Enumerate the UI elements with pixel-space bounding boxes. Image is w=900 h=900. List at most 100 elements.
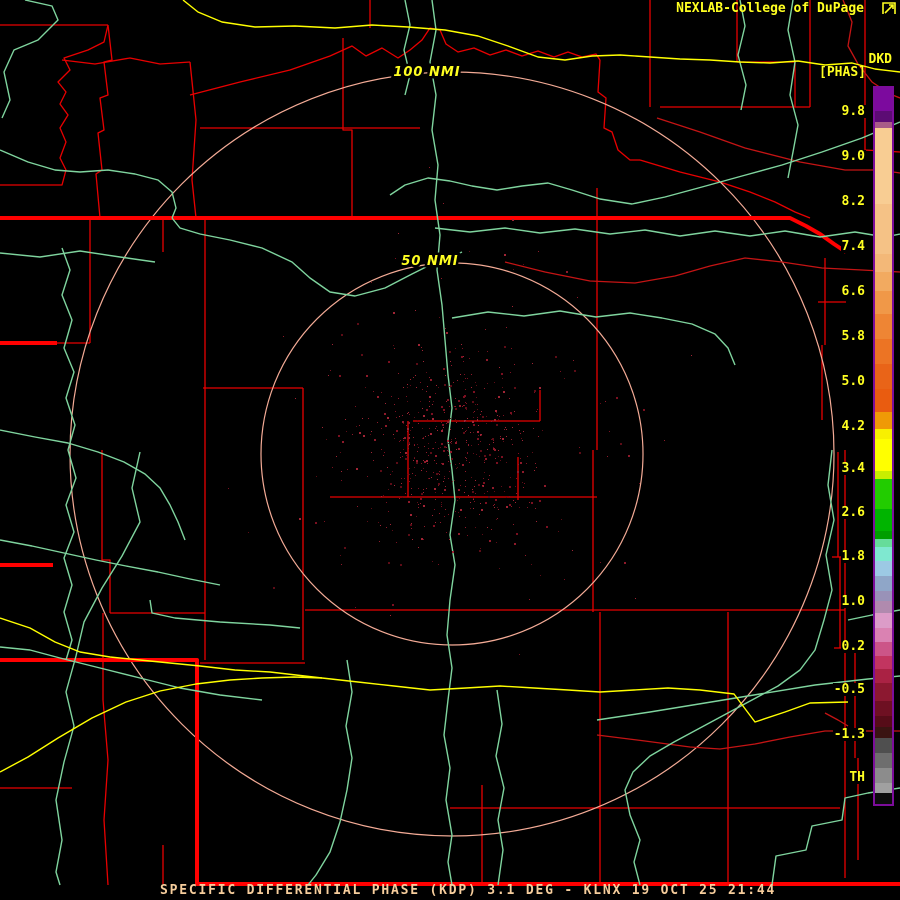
kdp-echo-speckles <box>346 431 347 432</box>
kdp-echo-speckles <box>435 455 437 457</box>
kdp-echo-speckles <box>497 518 498 519</box>
kdp-echo-speckles <box>367 476 368 477</box>
kdp-echo-speckles <box>426 488 427 489</box>
river-line <box>0 429 186 541</box>
kdp-echo-speckles <box>391 396 392 397</box>
color-scale-tick-label: 6.6 <box>840 284 866 299</box>
kdp-echo-speckles <box>446 401 447 402</box>
kdp-echo-speckles <box>453 382 454 383</box>
kdp-echo-speckles <box>450 442 451 443</box>
kdp-echo-speckles <box>426 452 427 453</box>
kdp-echo-speckles <box>437 430 438 431</box>
kdp-echo-speckles <box>426 409 428 411</box>
popout-icon[interactable] <box>882 2 896 15</box>
kdp-echo-speckles <box>316 476 317 477</box>
kdp-echo-speckles <box>525 555 526 556</box>
kdp-echo-speckles <box>384 413 386 415</box>
kdp-echo-speckles <box>403 423 404 424</box>
kdp-echo-speckles <box>458 448 460 450</box>
kdp-echo-speckles <box>465 389 466 390</box>
kdp-echo-speckles <box>295 398 296 399</box>
kdp-echo-speckles <box>439 474 440 475</box>
kdp-echo-speckles <box>473 499 474 500</box>
kdp-echo-speckles <box>455 398 456 399</box>
kdp-echo-speckles <box>390 474 391 475</box>
color-scale-stop <box>875 683 892 701</box>
kdp-echo-speckles <box>527 507 528 508</box>
kdp-echo-speckles <box>502 387 503 388</box>
kdp-echo-speckles <box>452 481 453 482</box>
kdp-echo-speckles <box>531 564 532 565</box>
kdp-echo-speckles <box>504 346 506 348</box>
kdp-echo-speckles <box>421 463 422 464</box>
color-scale-stop <box>875 576 892 591</box>
kdp-echo-speckles <box>456 449 457 450</box>
kdp-echo-speckles <box>460 374 461 375</box>
kdp-echo-speckles <box>491 421 492 422</box>
kdp-echo-speckles <box>332 344 333 345</box>
scale-unit-label: DKD <box>868 52 892 67</box>
kdp-echo-speckles <box>413 437 414 438</box>
kdp-echo-speckles <box>574 370 576 372</box>
kdp-echo-speckles <box>449 386 450 387</box>
color-scale-stop <box>875 429 892 439</box>
kdp-echo-speckles <box>377 396 379 398</box>
kdp-echo-speckles <box>444 384 446 386</box>
kdp-echo-speckles <box>468 445 469 446</box>
kdp-echo-speckles <box>509 504 511 506</box>
kdp-echo-speckles <box>600 562 601 563</box>
kdp-echo-speckles <box>494 507 495 508</box>
kdp-echo-speckles <box>392 530 393 531</box>
kdp-echo-speckles <box>448 461 449 462</box>
kdp-echo-speckles <box>439 513 440 514</box>
kdp-echo-speckles <box>457 380 458 381</box>
kdp-echo-speckles <box>411 488 412 489</box>
kdp-echo-speckles <box>446 447 447 448</box>
kdp-echo-speckles <box>539 387 541 389</box>
kdp-echo-speckles <box>473 424 475 426</box>
kdp-echo-speckles <box>379 541 380 542</box>
kdp-echo-speckles <box>455 408 457 410</box>
kdp-echo-speckles <box>469 462 470 463</box>
kdp-echo-speckles <box>478 435 479 436</box>
kdp-echo-speckles <box>518 453 519 454</box>
kdp-echo-speckles <box>431 477 432 478</box>
kdp-echo-speckles <box>356 468 358 470</box>
kdp-echo-speckles <box>506 429 507 430</box>
kdp-echo-speckles <box>423 505 425 507</box>
kdp-echo-speckles <box>478 425 479 426</box>
kdp-echo-speckles <box>502 378 503 379</box>
kdp-echo-speckles <box>341 480 342 481</box>
kdp-echo-speckles <box>383 434 384 435</box>
kdp-echo-speckles <box>503 441 504 442</box>
kdp-echo-speckles <box>410 430 411 431</box>
kdp-echo-speckles <box>423 468 424 469</box>
kdp-echo-speckles <box>403 438 404 439</box>
kdp-echo-speckles <box>457 500 458 501</box>
kdp-echo-speckles <box>413 460 414 461</box>
kdp-echo-speckles <box>396 542 397 543</box>
color-scale-tick-label: 2.6 <box>840 505 866 520</box>
kdp-echo-speckles <box>433 448 434 449</box>
kdp-echo-speckles <box>454 480 455 481</box>
kdp-echo-speckles <box>458 512 459 513</box>
kdp-echo-speckles <box>396 462 398 464</box>
kdp-echo-speckles <box>537 409 538 410</box>
kdp-echo-speckles <box>465 517 466 518</box>
kdp-echo-speckles <box>520 462 522 464</box>
kdp-echo-speckles <box>388 361 390 363</box>
kdp-echo-speckles <box>405 452 407 454</box>
color-scale-tick-label: 0.2 <box>840 639 866 654</box>
kdp-echo-speckles <box>485 458 487 460</box>
kdp-echo-speckles <box>493 442 494 443</box>
kdp-echo-speckles <box>463 356 464 357</box>
color-scale-stop <box>875 291 892 314</box>
kdp-echo-speckles <box>385 425 387 427</box>
kdp-echo-speckles <box>479 550 481 552</box>
kdp-echo-speckles <box>504 254 506 256</box>
kdp-echo-speckles <box>427 386 428 387</box>
color-scale-stop <box>875 547 892 561</box>
kdp-echo-speckles <box>482 534 483 535</box>
kdp-echo-speckles <box>493 505 494 506</box>
kdp-echo-speckles <box>357 506 358 507</box>
